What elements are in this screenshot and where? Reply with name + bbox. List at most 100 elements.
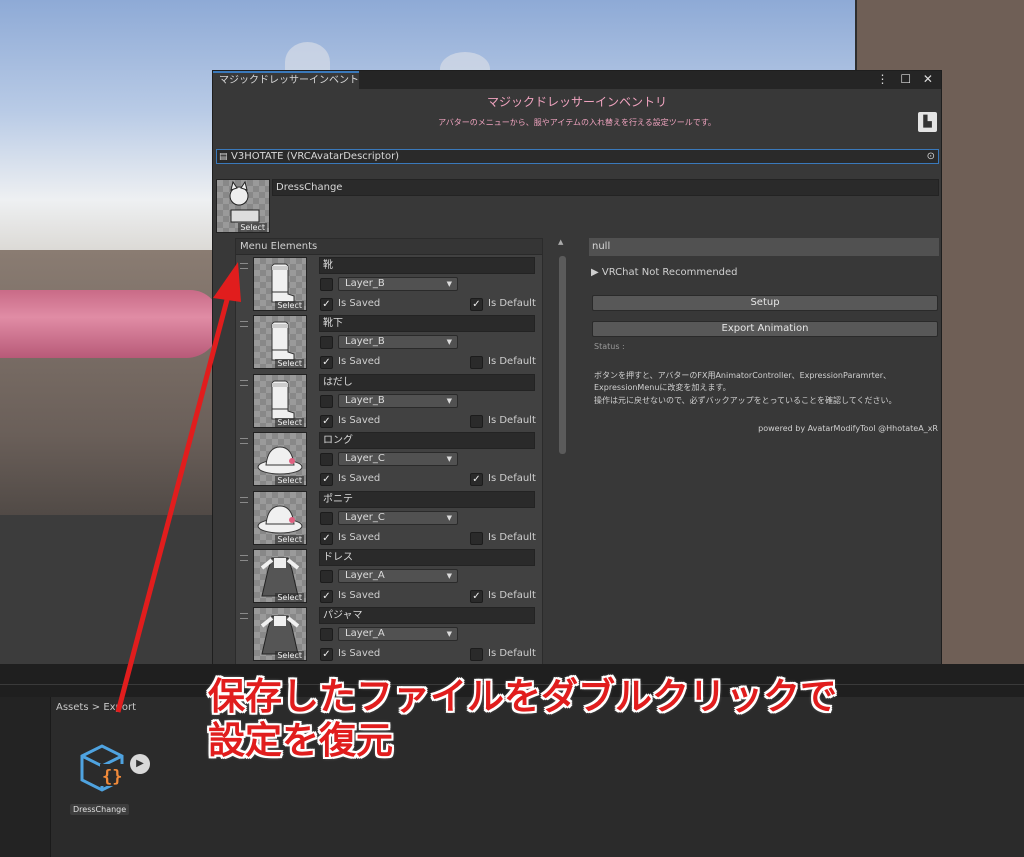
item-name-field[interactable]: 靴 [319, 257, 535, 274]
menu-icon-thumbnail[interactable]: Select [216, 179, 270, 233]
item-enable-checkbox[interactable] [320, 336, 333, 350]
list-scrollbar[interactable]: ▲ ▼ [557, 238, 567, 678]
breadcrumb-separator: > [91, 702, 101, 713]
script-icon: ▤ [219, 152, 228, 162]
scrollbar-thumb[interactable] [559, 256, 566, 454]
export-animation-button[interactable]: Export Animation [592, 321, 938, 337]
select-label[interactable]: Select [275, 301, 304, 310]
is-saved-checkbox[interactable]: ✓ [320, 531, 333, 545]
select-label[interactable]: Select [275, 417, 304, 427]
drag-handle-icon[interactable] [240, 263, 248, 269]
is-saved-label: Is Saved [338, 590, 381, 601]
drag-handle-icon[interactable] [240, 438, 248, 445]
scroll-up-icon[interactable]: ▲ [558, 238, 563, 246]
item-thumbnail[interactable]: Select [253, 607, 307, 662]
dropdown-arrow-icon: ▼ [446, 455, 452, 464]
layer-dropdown[interactable]: Layer_C ▼ [338, 510, 458, 525]
layer-dropdown[interactable]: Layer_B ▼ [338, 393, 458, 408]
is-default-checkbox[interactable]: ✓ [470, 473, 483, 487]
is-saved-checkbox[interactable]: ✓ [320, 590, 333, 603]
item-name-field[interactable]: ロング [319, 432, 535, 450]
is-default-label: Is Default [488, 648, 536, 660]
item-enable-checkbox[interactable] [320, 453, 333, 467]
window-tabbar: マジックドレッサーインベントリ(M... ⋮ ☐ ✕ [213, 71, 941, 89]
powered-by-text: powered by AvatarModifyTool @HhotateA_xR [758, 424, 938, 433]
menu-element-row: Select ロング Layer_C ▼ ✓ Is Saved ✓ Is Default [236, 432, 542, 490]
drag-handle-icon[interactable] [240, 613, 248, 620]
layer-dropdown[interactable]: Layer_C ▼ [338, 452, 458, 467]
setup-button[interactable]: Setup [592, 295, 938, 311]
is-default-label: Is Default [488, 356, 536, 368]
drag-handle-icon[interactable] [240, 321, 248, 328]
layer-dropdown-value: Layer_A [345, 570, 385, 581]
item-thumbnail[interactable]: Select [253, 373, 307, 428]
null-field[interactable]: null [589, 238, 939, 256]
is-default-checkbox[interactable] [470, 414, 483, 428]
breadcrumb-assets[interactable]: Assets [56, 702, 89, 713]
layer-dropdown[interactable]: Layer_B ▼ [338, 277, 458, 291]
item-thumbnail[interactable]: Select [253, 490, 307, 545]
window-controls[interactable]: ⋮ ☐ ✕ [877, 72, 937, 86]
layer-dropdown-value: Layer_A [345, 628, 385, 640]
layer-dropdown-value: Layer_B [345, 278, 385, 289]
select-label[interactable]: Select [275, 593, 304, 602]
item-name-field[interactable]: はだし [319, 373, 535, 391]
item-enable-checkbox[interactable] [320, 394, 333, 408]
avatar-field-value: V3HOTATE (VRCAvatarDescriptor) [231, 151, 400, 162]
right-panel: null ▶ VRChat Not Recommended Setup Expo… [589, 238, 939, 438]
menu-name-field[interactable]: DressChange [272, 179, 939, 196]
vrchat-foldout[interactable]: ▶ VRChat Not Recommended [591, 267, 738, 278]
is-saved-checkbox[interactable]: ✓ [320, 648, 333, 662]
object-picker-icon[interactable]: ⊙ [927, 150, 935, 163]
select-label[interactable]: Select [238, 223, 267, 232]
item-thumbnail[interactable]: Select [253, 257, 307, 311]
item-thumbnail[interactable]: Select [253, 432, 307, 487]
layer-dropdown[interactable]: Layer_A ▼ [338, 627, 458, 642]
is-saved-label: Is Saved [338, 356, 381, 368]
is-saved-checkbox[interactable]: ✓ [320, 473, 333, 487]
dropdown-arrow-icon: ▼ [446, 630, 452, 639]
window-subtitle: アバターのメニューから、服やアイテムの入れ替えを行える設定ツールです。 [438, 118, 716, 127]
breadcrumb-export[interactable]: Export [103, 702, 136, 713]
drag-handle-icon[interactable] [240, 555, 248, 561]
item-enable-checkbox[interactable] [320, 570, 333, 583]
select-label[interactable]: Select [275, 534, 304, 544]
select-label[interactable]: Select [275, 359, 304, 369]
is-default-label: Is Default [488, 590, 536, 601]
is-saved-checkbox[interactable]: ✓ [320, 298, 333, 311]
is-default-checkbox[interactable] [470, 648, 483, 662]
select-label[interactable]: Select [275, 476, 304, 486]
warning-note: ボタンを押すと、アバターのFX用AnimatorController、Expre… [594, 371, 891, 392]
layer-dropdown[interactable]: Layer_A ▼ [338, 569, 458, 583]
menu-element-row: Select パジャマ Layer_A ▼ ✓ Is Saved Is Default [236, 607, 542, 665]
drag-handle-icon[interactable] [240, 496, 248, 503]
is-saved-checkbox[interactable]: ✓ [320, 356, 333, 370]
play-icon[interactable]: ▶ [130, 754, 150, 774]
is-default-checkbox[interactable] [470, 356, 483, 370]
item-name-field[interactable]: ドレス [319, 549, 535, 566]
document-icon[interactable]: ▙ [918, 112, 937, 132]
is-default-checkbox[interactable]: ✓ [470, 298, 483, 311]
layer-dropdown-value: Layer_C [345, 511, 385, 523]
item-thumbnail[interactable]: Select [253, 549, 307, 603]
item-thumbnail[interactable]: Select [253, 315, 307, 370]
is-default-checkbox[interactable] [470, 531, 483, 545]
backup-note: 操作は元に戻せないので、必ずバックアップをとっていることを確認してください。 [594, 396, 897, 405]
item-name-field[interactable]: ポニテ [319, 490, 535, 508]
drag-handle-icon[interactable] [240, 379, 248, 386]
select-label[interactable]: Select [275, 651, 304, 661]
is-saved-label: Is Saved [338, 298, 381, 309]
is-saved-label: Is Saved [338, 531, 381, 543]
window-tab[interactable]: マジックドレッサーインベントリ(M... [213, 71, 359, 89]
item-enable-checkbox[interactable] [320, 628, 333, 642]
layer-dropdown[interactable]: Layer_B ▼ [338, 335, 458, 350]
item-name-field[interactable]: 靴下 [319, 315, 535, 333]
item-enable-checkbox[interactable] [320, 278, 333, 291]
avatar-field[interactable]: ▤ V3HOTATE (VRCAvatarDescriptor) ⊙ [216, 149, 939, 164]
item-enable-checkbox[interactable] [320, 511, 333, 525]
asset-label[interactable]: DressChange [70, 804, 130, 815]
is-saved-checkbox[interactable]: ✓ [320, 414, 333, 428]
item-name-field[interactable]: パジャマ [319, 607, 535, 625]
annotation-line1: 保存したファイルをダブルクリックで [208, 675, 837, 718]
is-default-checkbox[interactable]: ✓ [470, 590, 483, 603]
